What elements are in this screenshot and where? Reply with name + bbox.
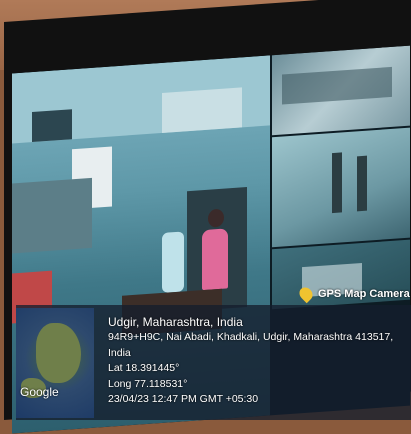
- badge-label: GPS Map Camera: [318, 288, 410, 300]
- latitude: Lat 18.391445°: [108, 362, 180, 374]
- camera-feed-top-right: [272, 45, 410, 136]
- map-pin-icon: [296, 284, 316, 304]
- location-map-thumbnail: [16, 308, 94, 418]
- longitude: Long 77.118531°: [108, 377, 188, 390]
- camera-feed-middle-right: [272, 127, 410, 248]
- datetime: 23/04/23 12:47 PM GMT +05:30: [108, 393, 259, 405]
- full-address: 94R9+H9C, Nai Abadi, Khadkali, Udgir, Ma…: [108, 331, 394, 359]
- place-name: Udgir, Maharashtra, India: [108, 315, 243, 329]
- map-attribution: Google: [20, 385, 59, 399]
- gps-map-camera-badge: GPS Map Camera: [296, 284, 410, 304]
- location-info: Udgir, Maharashtra, India 94R9+H9C, Nai …: [108, 314, 411, 408]
